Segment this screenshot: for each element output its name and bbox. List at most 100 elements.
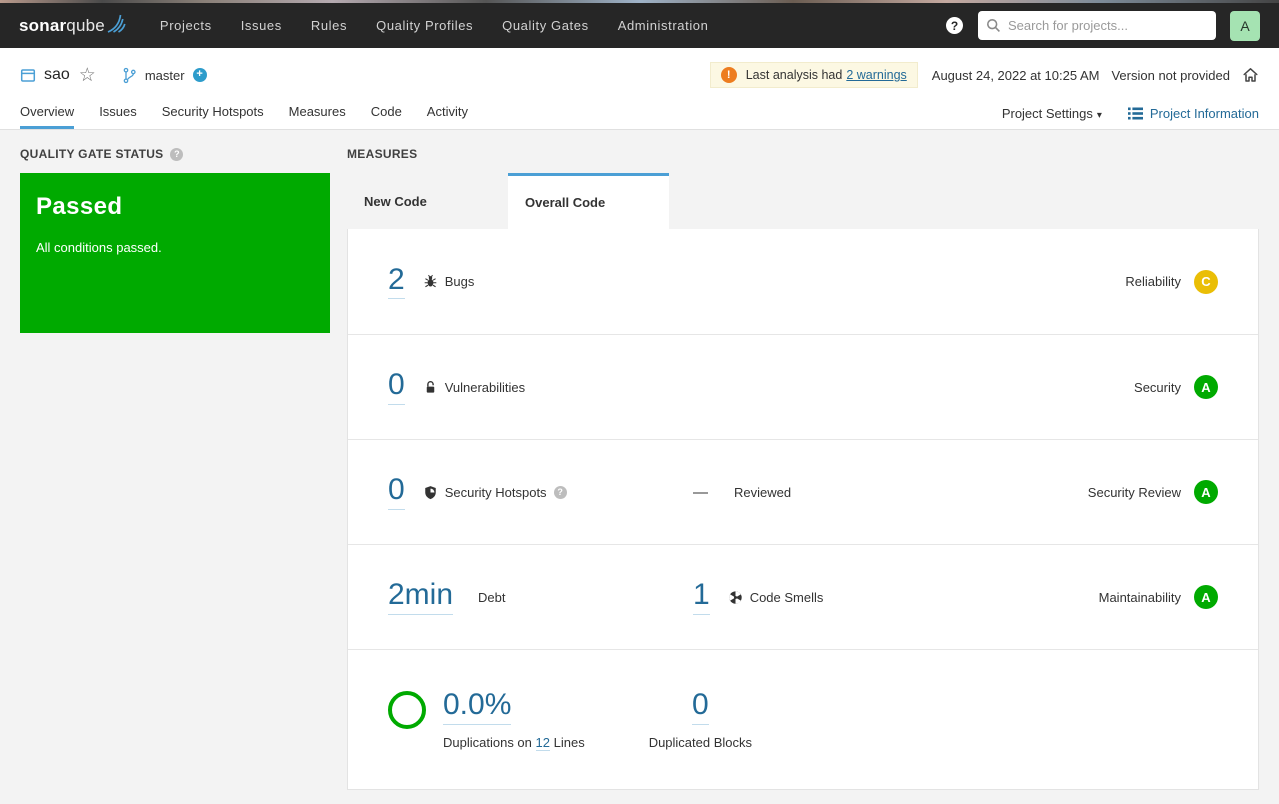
debt-label: Debt [478, 589, 506, 605]
tab-measures[interactable]: Measures [289, 99, 346, 129]
tab-overview[interactable]: Overview [20, 99, 75, 129]
duplicated-blocks-cell: 0 Duplicated Blocks [649, 689, 752, 750]
reliability-label: Reliability [1125, 274, 1181, 289]
bugs-label: Bugs [444, 274, 475, 289]
code-smells-label: Code Smells [749, 589, 824, 605]
reviewed-label: Reviewed [734, 484, 792, 500]
quality-gate-section: QUALITY GATE STATUS ? Passed All conditi… [20, 147, 330, 790]
logo-text: sonarqube [19, 15, 105, 35]
reliability-rating-badge: C [1194, 269, 1218, 294]
nav-item-administration[interactable]: Administration [618, 18, 709, 33]
branch-name: master [144, 67, 185, 83]
project-tabs-row: Overview Issues Security Hotspots Measur… [20, 99, 1259, 129]
hotspots-reviewed-group: — Reviewed [693, 484, 1088, 501]
vulnerabilities-count-link[interactable]: 0 [388, 369, 405, 405]
measure-row-bugs: 2 Bugs Reliability C [348, 229, 1258, 334]
nav-item-projects[interactable]: Projects [160, 18, 212, 33]
tab-new-code[interactable]: New Code [347, 173, 508, 229]
analysis-date: August 24, 2022 at 10:25 AM [931, 67, 1100, 83]
analysis-warning-badge: ! Last analysis had 2 warnings [709, 62, 918, 88]
branch-plus-icon[interactable]: + [192, 68, 207, 82]
nav-item-rules[interactable]: Rules [311, 18, 347, 33]
hotspots-cell: 0 Security Hotspots ? [388, 474, 693, 510]
avatar[interactable]: A [1230, 10, 1260, 41]
main-nav: Projects Issues Rules Quality Profiles Q… [160, 18, 738, 33]
security-review-rating-group: Security Review A [1088, 480, 1218, 504]
bugs-metric: Bugs [423, 274, 475, 289]
tab-activity[interactable]: Activity [427, 99, 468, 129]
warning-icon: ! [720, 67, 737, 83]
duplicated-lines-link[interactable]: 12 [535, 734, 550, 751]
project-header-meta: ! Last analysis had 2 warnings August 24… [709, 62, 1259, 88]
navbar-right: ? A [946, 10, 1260, 41]
quality-gate-heading: QUALITY GATE STATUS ? [20, 147, 330, 161]
tab-overall-code[interactable]: Overall Code [508, 173, 669, 229]
home-icon[interactable] [1242, 67, 1259, 83]
reviewed-value: — [693, 483, 708, 501]
security-rating-badge: A [1194, 375, 1218, 399]
duplications-percent-link[interactable]: 0.0% [443, 689, 512, 725]
reliability-rating-group: Reliability C [1125, 269, 1218, 294]
maintainability-rating-badge: A [1194, 585, 1218, 609]
vulnerabilities-label: Vulnerabilities [444, 379, 526, 395]
sonarqube-logo[interactable]: sonarqube [19, 14, 128, 36]
logo-swoosh-icon [107, 14, 126, 33]
code-smells-count-link[interactable]: 1 [693, 579, 710, 615]
vulnerabilities-cell: 0 Vulnerabilities [388, 369, 693, 405]
version-label: Version not provided [1111, 67, 1230, 83]
security-label: Security [1134, 379, 1181, 395]
help-icon[interactable]: ? [946, 17, 963, 34]
measure-row-duplications: 0.0% Duplications on 12 Lines 0 Duplicat… [348, 649, 1258, 789]
overview-content: QUALITY GATE STATUS ? Passed All conditi… [0, 130, 1279, 804]
hotspots-metric: Security Hotspots ? [423, 485, 567, 500]
measures-heading: MEASURES [347, 147, 418, 161]
quality-gate-description: All conditions passed. [36, 240, 162, 255]
maintainability-label: Maintainability [1098, 589, 1181, 605]
measures-tabs: New Code Overall Code [347, 173, 1259, 229]
list-icon [1127, 107, 1143, 120]
warning-text: Last analysis had [745, 68, 843, 82]
code-smells-metric: Code Smells [728, 589, 824, 605]
project-tabs-right: Project Settings ▾ Project Information [1002, 106, 1259, 129]
security-review-label: Security Review [1087, 484, 1181, 500]
project-icon [20, 69, 36, 82]
code-smell-icon [729, 590, 742, 604]
duplication-ring-icon [388, 690, 426, 729]
tab-code[interactable]: Code [371, 99, 402, 129]
security-review-rating-badge: A [1194, 480, 1218, 504]
quality-gate-help-icon[interactable]: ? [170, 147, 184, 161]
project-information-button[interactable]: Project Information [1127, 106, 1259, 121]
tab-security-hotspots[interactable]: Security Hotspots [162, 99, 264, 129]
nav-item-issues[interactable]: Issues [241, 18, 282, 33]
vulnerabilities-metric: Vulnerabilities [423, 380, 525, 395]
branch-icon [123, 67, 136, 83]
branch-selector: master + [122, 67, 207, 84]
project-information-label: Project Information [1149, 106, 1259, 121]
search-wrap [978, 11, 1216, 40]
open-lock-icon [426, 380, 434, 393]
project-settings-dropdown[interactable]: Project Settings ▾ [1002, 106, 1102, 121]
favorite-star-icon[interactable]: ☆ [79, 66, 96, 85]
project-name: sao [44, 66, 70, 83]
debt-value-link[interactable]: 2min [388, 579, 454, 615]
nav-item-quality-gates[interactable]: Quality Gates [502, 18, 589, 33]
bugs-count-link[interactable]: 2 [388, 264, 405, 300]
warnings-link[interactable]: 2 warnings [846, 68, 906, 82]
bug-icon [424, 274, 436, 288]
top-navbar: sonarqube Projects Issues Rules Quality … [0, 3, 1279, 48]
hotspots-help-icon[interactable]: ? [553, 485, 567, 499]
project-header-row: sao ☆ master + ! Last analysis had 2 war… [20, 62, 1259, 88]
hotspots-count-link[interactable]: 0 [388, 474, 405, 510]
bugs-cell: 2 Bugs [388, 264, 693, 300]
debt-metric: Debt [471, 590, 505, 605]
duplicated-blocks-link[interactable]: 0 [692, 689, 709, 725]
nav-item-quality-profiles[interactable]: Quality Profiles [376, 18, 473, 33]
search-input[interactable] [978, 11, 1216, 40]
project-identity: sao ☆ [20, 66, 96, 85]
code-smells-group: 1 Code Smells [693, 579, 1099, 615]
duplications-cell: 0.0% Duplications on 12 Lines [443, 689, 585, 751]
measures-section: MEASURES New Code Overall Code 2 Bugs Re… [347, 147, 1259, 790]
hotspots-label: Security Hotspots [444, 484, 547, 500]
search-icon [986, 18, 1000, 32]
tab-issues[interactable]: Issues [99, 99, 137, 129]
